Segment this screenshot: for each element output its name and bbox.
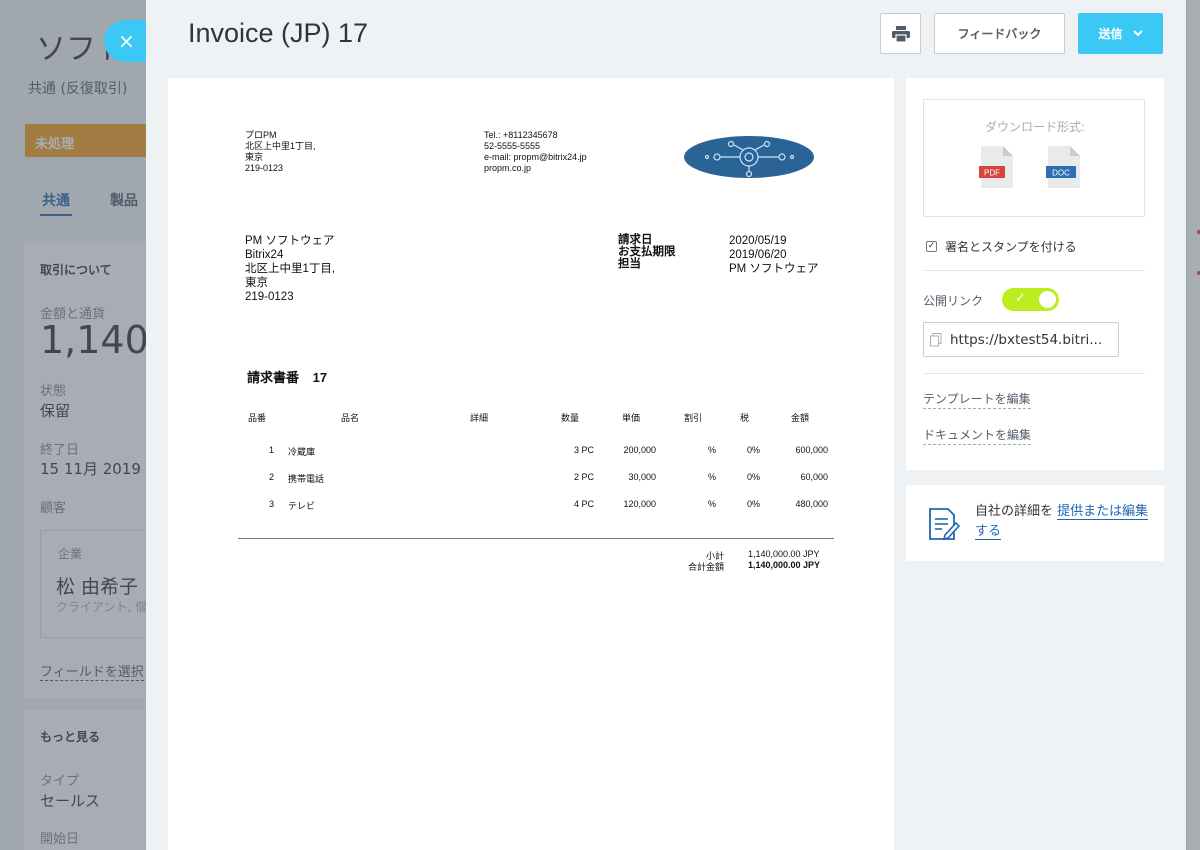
invoice-title: Invoice (JP) 17 [188, 18, 369, 48]
total-value: 1,140,000.00 JPY [748, 560, 821, 570]
contact-website: propm.co.jp [484, 163, 532, 173]
row-price: 30,000 [628, 472, 656, 482]
public-link-label: 公開リンク [923, 294, 984, 308]
doc-file-icon[interactable]: DOC [1046, 146, 1080, 188]
due-date-value: 2019/06/20 [729, 249, 787, 261]
row-discount: % [707, 472, 716, 482]
col-header-qty: 数量 [561, 413, 580, 423]
buyer-line: 東京 [245, 277, 268, 289]
document-edit-icon [929, 508, 960, 541]
responsible-label: 担当 [618, 258, 641, 270]
col-header-amount: 金額 [791, 413, 810, 423]
sign-stamp-label: 署名とスタンプを付ける [945, 240, 1077, 254]
buyer-address: PM ソフトウェア Bitrix24 北区上中里1丁目, 東京 219-0123 [245, 234, 335, 304]
edit-template-link[interactable]: テンプレートを編集 [923, 390, 1031, 409]
company-details-text: 自社の詳細を 提供または編集する [975, 502, 1151, 542]
col-header-no: 品番 [248, 413, 267, 423]
invoice-heading-number: 17 [312, 370, 328, 385]
invoice-date-label: 請求日 [618, 234, 653, 246]
send-button-label: 送信 [1098, 27, 1123, 41]
invoice-date-value: 2020/05/19 [729, 235, 787, 247]
row-no: 2 [268, 472, 274, 482]
sign-stamp-checkbox[interactable]: ✓ [926, 241, 937, 252]
invoice-heading-label: 請求書番 [247, 370, 300, 385]
seller-contact: Tel.: +8112345678 52-5555-5555 e-mail: p… [484, 130, 587, 174]
invoice-meta-values: 2020/05/19 2019/06/20 PM ソフトウェア [729, 234, 818, 276]
seller-address: プロPM 北区上中里1丁目, 東京 219-0123 [245, 130, 316, 174]
invoice-slider-panel: Invoice (JP) 17 フィードバック 送信 プロPM 北区上中里1丁目… [146, 0, 1186, 850]
invoice-meta-labels: 請求日 お支払期限 担当 [618, 234, 676, 270]
row-qty: 3 PC [573, 445, 594, 455]
row-tax: 0% [746, 445, 760, 455]
divider [923, 270, 1145, 271]
chevron-down-icon [1132, 30, 1143, 37]
check-icon: ✓ [1015, 291, 1026, 306]
company-details-card: 自社の詳細を 提供または編集する [906, 485, 1164, 561]
company-details-prefix: 自社の詳細を [975, 504, 1054, 519]
feedback-button[interactable]: フィードバック [934, 13, 1065, 54]
row-discount: % [707, 445, 716, 455]
download-box: ダウンロード形式: PDF DOC [923, 99, 1145, 217]
table-divider [238, 538, 834, 539]
col-header-tax: 税 [740, 413, 750, 423]
pdf-file-icon[interactable]: PDF [979, 146, 1013, 188]
row-amount: 600,000 [795, 445, 828, 455]
row-name: 冷蔵庫 [288, 447, 316, 457]
row-name: テレビ [288, 501, 316, 511]
total-label: 合計金額 [687, 562, 724, 572]
buyer-line: 北区上中里1丁目, [245, 263, 336, 275]
seller-name: プロPM [245, 130, 277, 140]
row-no: 3 [268, 499, 274, 509]
pdf-label: PDF [984, 169, 1000, 178]
col-header-discount: 割引 [684, 413, 703, 423]
sign-stamp-option[interactable]: ✓ 署名とスタンプを付ける [926, 238, 1077, 255]
toggle-knob [1039, 291, 1056, 308]
row-discount: % [707, 499, 716, 509]
public-link-field[interactable]: https://bxtest54.bitri... [923, 322, 1119, 357]
buyer-name: PM ソフトウェア [245, 235, 335, 247]
buyer-line: Bitrix24 [245, 249, 284, 261]
row-qty: 4 PC [573, 499, 594, 509]
responsible-value: PM ソフトウェア [729, 263, 819, 275]
seller-line: 東京 [245, 152, 264, 162]
send-button[interactable]: 送信 [1078, 13, 1163, 54]
contact-phone-2: 52-5555-5555 [484, 141, 541, 151]
row-qty: 2 PC [573, 472, 594, 482]
col-header-name: 品名 [341, 413, 360, 423]
col-header-detail: 詳細 [470, 413, 489, 423]
close-icon: × [118, 29, 135, 53]
edit-document-link[interactable]: ドキュメントを編集 [923, 426, 1032, 445]
col-header-price: 単価 [622, 413, 641, 423]
contact-phone: Tel.: +8112345678 [484, 130, 558, 140]
invoice-options-panel: ダウンロード形式: PDF DOC ✓ 署名とスタンプを付ける 公開リンク ✓ [906, 78, 1164, 470]
row-amount: 60,000 [800, 472, 828, 482]
invoice-document: プロPM 北区上中里1丁目, 東京 219-0123 Tel.: +811234… [168, 78, 894, 850]
close-button[interactable]: × [104, 20, 146, 62]
download-label: ダウンロード形式: [984, 120, 1086, 134]
print-icon [891, 25, 910, 42]
company-logo [684, 136, 814, 178]
row-tax: 0% [746, 499, 760, 509]
row-price: 120,000 [623, 499, 656, 509]
public-link-url: https://bxtest54.bitri... [950, 331, 1103, 348]
contact-email: e-mail: propm@bitrix24.jp [484, 152, 587, 162]
public-link-toggle[interactable]: ✓ [1002, 288, 1059, 311]
doc-label: DOC [1052, 169, 1070, 178]
seller-line: 219-0123 [245, 163, 284, 173]
row-tax: 0% [746, 472, 760, 482]
copy-icon[interactable] [930, 332, 942, 347]
print-button[interactable] [880, 13, 921, 54]
row-name: 携帯電話 [288, 474, 325, 484]
due-date-label: お支払期限 [618, 246, 676, 258]
row-no: 1 [268, 445, 274, 455]
row-price: 200,000 [623, 445, 656, 455]
invoice-heading: 請求書番 17 [247, 367, 327, 386]
seller-line: 北区上中里1丁目, [245, 141, 316, 151]
divider [923, 373, 1145, 374]
subtotal-value: 1,140,000.00 JPY [748, 549, 820, 559]
row-amount: 480,000 [795, 499, 828, 509]
buyer-line: 219-0123 [245, 291, 294, 303]
